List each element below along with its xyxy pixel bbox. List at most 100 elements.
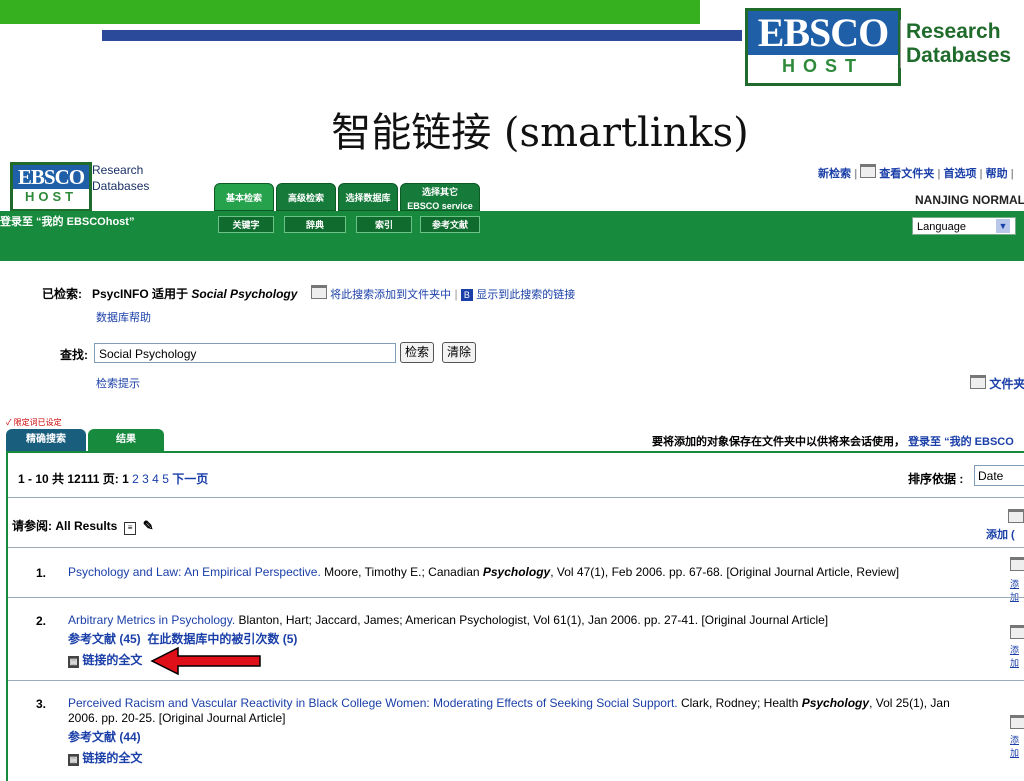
tab-advanced-search[interactable]: 高级检索 xyxy=(276,183,336,211)
linked-fulltext-link[interactable]: ▤ 链接的全文 xyxy=(68,651,142,668)
find-label: 查找: xyxy=(60,348,88,362)
nav-band xyxy=(0,211,1024,261)
tab-refine-search[interactable]: 精确搜索 xyxy=(6,429,86,451)
app-databases-text: Databases xyxy=(92,179,150,193)
add-to-folder-link[interactable]: 添加 xyxy=(1010,577,1024,603)
result-title-link[interactable]: Arbitrary Metrics in Psychology. xyxy=(68,613,235,627)
result-citation: Blanton, Hart; Jaccard, James; American … xyxy=(235,613,829,627)
database-help-link[interactable]: 数据库帮助 xyxy=(96,309,151,325)
app-ebsco-logo[interactable]: EBSCO HOST xyxy=(10,162,92,212)
folder-icon xyxy=(310,285,327,299)
result-record-3: Perceived Racism and Vascular Reactivity… xyxy=(68,696,968,726)
divider xyxy=(8,680,1024,681)
app-host-text: HOST xyxy=(13,189,89,205)
document-icon: ▤ xyxy=(68,656,79,668)
linked-fulltext-label: 链接的全文 xyxy=(82,751,143,765)
save-note: 要将添加的对象保存在文件夹中以供将来会话使用， 登录至 “我的 EBSCO xyxy=(652,433,1014,449)
add-search-to-folder-link[interactable]: 将此搜索添加到文件夹中 xyxy=(330,289,451,301)
slide-blue-bar xyxy=(102,30,742,41)
databases-text: Databases xyxy=(906,44,1012,67)
search-input[interactable]: Social Psychology xyxy=(94,343,396,363)
page-1[interactable]: 1 xyxy=(122,472,129,486)
ebsco-host-logo: EBSCO HOST xyxy=(745,8,901,86)
limiters-set-note: ✓ 限定词已设定 xyxy=(6,418,62,427)
login-my-ebsco-link[interactable]: 登录至 “我的 EBSCO xyxy=(908,436,1014,448)
searched-label: 已检索: xyxy=(42,287,82,301)
references-link[interactable]: 参考文献 (44) xyxy=(68,728,141,745)
host-logo-text: HOST xyxy=(748,55,898,77)
divider xyxy=(8,497,1024,498)
ebsco-logo-text: EBSCO xyxy=(748,11,898,55)
show-search-link[interactable]: 显示到此搜索的链接 xyxy=(476,289,575,301)
result-citation: Moore, Timothy E.; Canadian xyxy=(320,565,483,579)
result-title-link[interactable]: Perceived Racism and Vascular Reactivity… xyxy=(68,696,678,710)
folder-icon xyxy=(1010,715,1024,734)
folder-icon xyxy=(1010,625,1024,644)
app-research-text: Research xyxy=(92,163,144,177)
top-links: 新检索 | 查看文件夹 | 首选项 | 帮助 | xyxy=(818,164,1014,181)
result-number: 3. xyxy=(36,697,47,711)
app-ebsco-text: EBSCO xyxy=(13,165,89,189)
subtab-references[interactable]: 参考文献 xyxy=(420,216,480,233)
pencil-icon[interactable]: ✎ xyxy=(143,518,154,533)
tab-select-databases[interactable]: 选择数据库 xyxy=(338,183,398,211)
result-title-link[interactable]: Psychology and Law: An Empirical Perspec… xyxy=(68,565,321,579)
tab-results[interactable]: 结果 xyxy=(88,429,164,451)
add-to-folder-link[interactable]: 添加 xyxy=(1010,643,1024,669)
new-search-link[interactable]: 新检索 xyxy=(818,168,851,180)
chevron-down-icon[interactable]: ▼ xyxy=(996,219,1010,233)
result-sublinks: 参考文献 (45) 在此数据库中的被引次数 (5) xyxy=(68,630,297,647)
see-also-text: 请参阅: All Results xyxy=(12,519,118,533)
folder-icon xyxy=(860,164,877,178)
result-citation-tail: , Vol 47(1), Feb 2006. pp. 67-68. [Origi… xyxy=(550,565,900,579)
see-also: 请参阅: All Results ≡ ✎ xyxy=(12,517,154,535)
help-link[interactable]: 帮助 xyxy=(986,168,1008,180)
page-3-link[interactable]: 3 xyxy=(142,472,149,486)
list-icon[interactable]: ≡ xyxy=(124,522,137,535)
research-text: Research xyxy=(906,20,1001,43)
folder-icon xyxy=(1010,557,1024,576)
add-all-link[interactable]: 添加 ( xyxy=(986,526,1015,542)
folder-link[interactable]: 文件夹 xyxy=(970,375,1024,392)
institution-name: NANJING NORMAL U xyxy=(915,193,1024,207)
app-research-databases: Research Databases xyxy=(92,162,149,194)
subtab-thesaurus[interactable]: 辞典 xyxy=(284,216,346,233)
divider xyxy=(8,547,1024,548)
link-icon: B xyxy=(460,289,473,301)
cited-by-link[interactable]: 在此数据库中的被引次数 (5) xyxy=(147,632,297,646)
slide-green-bar xyxy=(0,0,700,24)
result-journal: Psychology xyxy=(482,565,551,579)
linked-fulltext-link[interactable]: ▤ 链接的全文 xyxy=(68,749,142,766)
next-page-link[interactable]: 下一页 xyxy=(172,472,208,486)
search-tips-link[interactable]: 检索提示 xyxy=(96,375,140,391)
divider xyxy=(8,597,1024,598)
my-ebscohost-login-link[interactable]: 登录至 “我的 EBSCOhost” xyxy=(0,213,134,229)
red-arrow-annotation xyxy=(150,646,261,676)
searched-database: PsycINFO 适用于 xyxy=(92,287,189,301)
folder-link-label: 文件夹 xyxy=(989,377,1024,391)
preferences-link[interactable]: 首选项 xyxy=(943,168,976,180)
slide-title: 智能链接 (smartlinks) xyxy=(331,110,749,156)
search-button[interactable]: 检索 xyxy=(400,342,434,363)
subtab-keyword[interactable]: 关键字 xyxy=(218,216,274,233)
clear-button[interactable]: 清除 xyxy=(442,342,476,363)
result-citation: Clark, Rodney; Health xyxy=(677,696,802,710)
result-record-1: Psychology and Law: An Empirical Perspec… xyxy=(68,565,968,580)
references-link[interactable]: 参考文献 (45) xyxy=(68,632,141,646)
view-folder-link[interactable]: 查看文件夹 xyxy=(879,168,934,180)
tab-basic-search[interactable]: 基本检索 xyxy=(214,183,274,211)
add-to-folder-link[interactable]: 添加 xyxy=(1010,733,1024,759)
save-note-text: 要将添加的对象保存在文件夹中以供将来会话使用， xyxy=(652,436,905,448)
page-5-link[interactable]: 5 xyxy=(162,472,169,486)
page-4-link[interactable]: 4 xyxy=(152,472,159,486)
research-databases-logo: Research Databases xyxy=(900,20,1024,68)
result-number: 2. xyxy=(36,614,47,628)
page-2-link[interactable]: 2 xyxy=(132,472,139,486)
sort-label: 排序依据 : xyxy=(908,472,964,486)
result-number: 1. xyxy=(36,566,47,580)
sort-select[interactable]: Date xyxy=(974,465,1024,486)
folder-icon xyxy=(970,375,986,389)
subtab-indexes[interactable]: 索引 xyxy=(356,216,412,233)
result-journal: Psychology xyxy=(801,696,870,710)
tab-other-services[interactable]: 选择其它 EBSCO service xyxy=(400,183,480,211)
